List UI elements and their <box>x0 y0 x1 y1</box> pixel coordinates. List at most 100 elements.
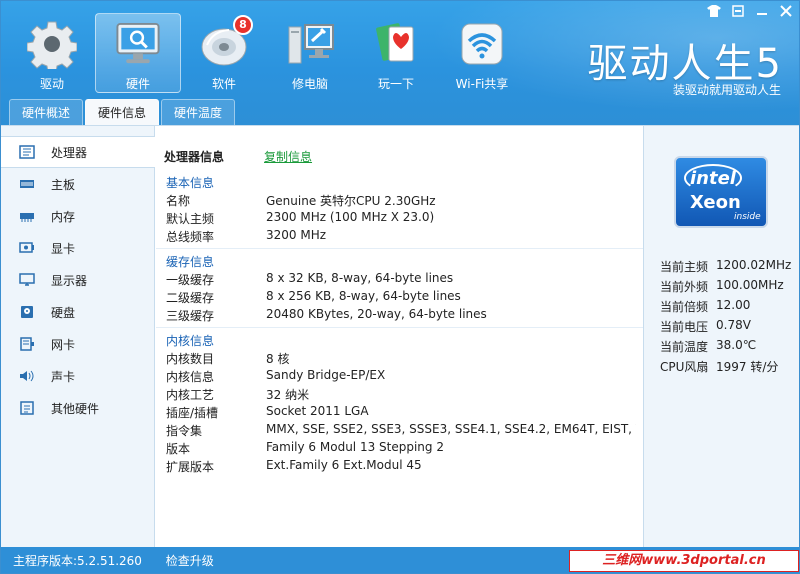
sidebar: 处理器 主板 内存 显卡 显示器 硬盘 网卡 声卡 其他硬件 <box>1 126 155 548</box>
sidebar-item-sound[interactable]: 声卡 <box>1 360 154 392</box>
info-value: 3200 MHz <box>266 228 327 242</box>
toolbar-label: 玩一下 <box>377 77 414 91</box>
info-row: 默认主频 2300 MHz (100 MHz X 23.0) <box>166 210 636 228</box>
toolbar-wifi-share[interactable]: Wi-Fi共享 <box>439 13 525 93</box>
sidebar-item-gpu[interactable]: 显卡 <box>1 232 154 264</box>
sidebar-item-network[interactable]: 网卡 <box>1 328 154 360</box>
info-row: 总线频率 3200 MHz <box>166 228 636 246</box>
stat-key: 当前倍频 <box>660 300 709 314</box>
brand-slogan: 装驱动就用驱动人生 <box>672 83 781 97</box>
info-key: 版本 <box>166 442 191 456</box>
shirt-icon[interactable] <box>705 5 723 19</box>
copy-info-link[interactable]: 复制信息 <box>264 148 312 165</box>
stat-row: 当前电压 0.78V <box>660 318 751 336</box>
info-value: 20480 KBytes, 20-way, 64-byte lines <box>266 307 487 321</box>
info-value: Genuine 英特尔CPU 2.30GHz <box>266 194 436 208</box>
info-key: 默认主频 <box>166 212 215 226</box>
sidebar-item-motherboard[interactable]: 主板 <box>1 168 154 200</box>
speaker-icon <box>20 370 34 382</box>
stat-value: 1200.02MHz <box>716 258 792 272</box>
sidebar-item-label: 声卡 <box>51 369 76 384</box>
memory-icon <box>20 213 34 222</box>
info-row: 三级缓存 20480 KBytes, 20-way, 64-byte lines <box>166 307 636 325</box>
header: 驱动 硬件 8 软件 修电脑 玩一下 Wi-Fi共享 驱动人生5 装驱动就用驱动… <box>1 1 799 125</box>
section-heading-cache: 缓存信息 <box>166 255 215 269</box>
info-value: 2300 MHz (100 MHz X 23.0) <box>266 210 435 224</box>
stat-row: 当前倍频 12.00 <box>660 298 750 316</box>
sidebar-item-label: 显卡 <box>51 241 76 256</box>
info-value: 32 纳米 <box>266 388 310 402</box>
sidebar-item-label: 处理器 <box>51 145 88 160</box>
sidebar-item-label: 网卡 <box>51 337 76 352</box>
tab-overview[interactable]: 硬件概述 <box>9 99 84 125</box>
stat-value: 12.00 <box>716 298 751 312</box>
info-row: 内核信息 Sandy Bridge-EP/EX <box>166 368 636 386</box>
info-row: 版本 Family 6 Modul 13 Stepping 2 <box>166 440 636 458</box>
menu-icon[interactable] <box>729 5 747 19</box>
toolbar-play[interactable]: 玩一下 <box>353 13 439 93</box>
toolbar-repair[interactable]: 修电脑 <box>267 13 353 93</box>
toolbar-label: 软件 <box>211 77 236 91</box>
info-key: 总线频率 <box>166 230 215 244</box>
close-icon[interactable] <box>777 5 795 19</box>
sidebar-item-label: 硬盘 <box>51 305 76 320</box>
cpu-icon <box>19 145 35 159</box>
sidebar-item-label: 其他硬件 <box>51 401 100 416</box>
info-row: 二级缓存 8 x 256 KB, 8-way, 64-byte lines <box>166 289 636 307</box>
version-text: 主程序版本:5.2.51.260 <box>13 554 142 568</box>
info-row: 扩展版本 Ext.Family 6 Ext.Modul 45 <box>166 458 636 476</box>
display-icon <box>19 273 35 286</box>
info-value: Socket 2011 LGA <box>266 404 369 418</box>
toolbar-label: 硬件 <box>125 77 150 91</box>
stat-value: 100.00MHz <box>716 278 784 292</box>
info-key: 二级缓存 <box>166 291 215 305</box>
info-row: 名称 Genuine 英特尔CPU 2.30GHz <box>166 192 636 210</box>
info-row: 内核工艺 32 纳米 <box>166 386 636 404</box>
info-value: Family 6 Modul 13 Stepping 2 <box>266 440 444 454</box>
info-value: Sandy Bridge-EP/EX <box>266 368 386 382</box>
info-key: 插座/插槽 <box>166 406 219 420</box>
stat-row: CPU风扇 1997 转/分 <box>660 358 778 376</box>
gear-icon <box>27 21 77 69</box>
stat-key: 当前主频 <box>660 260 709 274</box>
update-count-badge: 8 <box>233 15 253 35</box>
sidebar-item-label: 显示器 <box>51 273 88 288</box>
sidebar-item-memory[interactable]: 内存 <box>1 200 154 232</box>
info-row: 内核数目 8 核 <box>166 350 636 368</box>
sidebar-item-harddisk[interactable]: 硬盘 <box>1 296 154 328</box>
check-upgrade-link[interactable]: 检查升级 <box>166 554 214 568</box>
sidebar-item-other[interactable]: 其他硬件 <box>1 392 154 424</box>
intel-brand-text: intel <box>690 168 736 189</box>
info-row: 指令集 MMX, SSE, SSE2, SSE3, SSSE3, SSE4.1, … <box>166 422 636 440</box>
intel-xeon-logo: intel Xeon inside <box>674 156 768 228</box>
stat-key: 当前外频 <box>660 280 709 294</box>
sidebar-item-display[interactable]: 显示器 <box>1 264 154 296</box>
minimize-icon[interactable] <box>753 5 771 19</box>
cpu-info-panel: 处理器信息 复制信息 基本信息 名称 Genuine 英特尔CPU 2.30GHz… <box>156 126 643 548</box>
intel-product-text: Xeon <box>690 192 741 213</box>
info-key: 内核数目 <box>166 352 215 366</box>
wifi-icon <box>461 23 503 65</box>
window-controls <box>705 5 795 19</box>
toolbar-driver[interactable]: 驱动 <box>9 13 95 93</box>
tab-temperature[interactable]: 硬件温度 <box>161 99 236 125</box>
toolbar-label: 驱动 <box>39 77 64 91</box>
intel-tagline-text: inside <box>734 212 761 222</box>
app-window: 驱动 硬件 8 软件 修电脑 玩一下 Wi-Fi共享 驱动人生5 装驱动就用驱动… <box>0 0 800 574</box>
sidebar-item-cpu[interactable]: 处理器 <box>1 136 155 168</box>
toolbar-software[interactable]: 8 软件 <box>181 13 267 93</box>
info-row: 插座/插槽 Socket 2011 LGA <box>166 404 636 422</box>
info-value: MMX, SSE, SSE2, SSE3, SSSE3, SSE4.1, SSE… <box>266 422 636 436</box>
tab-hardware-info[interactable]: 硬件信息 <box>85 99 160 125</box>
sidebar-item-label: 内存 <box>51 209 76 224</box>
stat-row: 当前温度 38.0℃ <box>660 338 756 356</box>
main-body: 处理器 主板 内存 显卡 显示器 硬盘 网卡 声卡 其他硬件 处理器信息 复制信… <box>1 125 799 548</box>
stat-key: CPU风扇 <box>660 360 709 374</box>
info-key: 指令集 <box>166 424 203 438</box>
toolbar-hardware[interactable]: 硬件 <box>95 13 181 93</box>
info-value: Ext.Family 6 Ext.Modul 45 <box>266 458 422 472</box>
live-stats-panel: intel Xeon inside 当前主频 1200.02MHz 当前外频 100… <box>643 126 799 548</box>
stat-value: 38.0℃ <box>716 338 757 352</box>
info-value: 8 核 <box>266 352 290 366</box>
sidebar-item-label: 主板 <box>51 177 76 192</box>
